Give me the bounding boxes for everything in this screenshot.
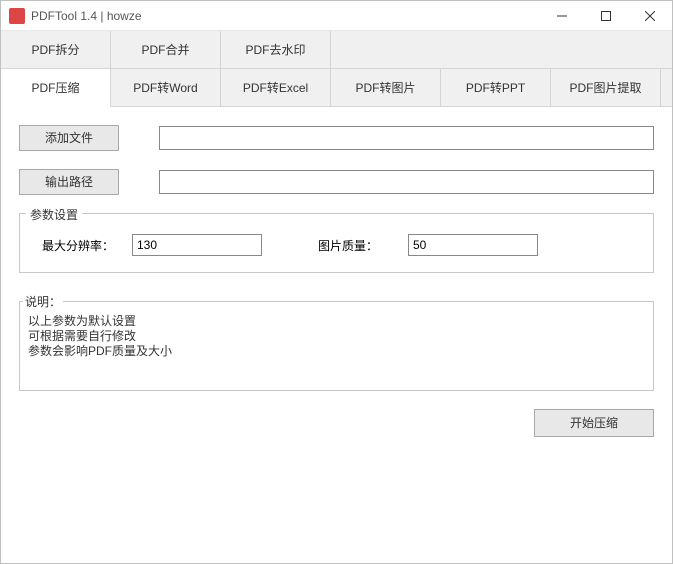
footer: 开始压缩 <box>19 409 654 437</box>
tab-pdf-merge[interactable]: PDF合并 <box>111 31 221 69</box>
start-compress-button[interactable]: 开始压缩 <box>534 409 654 437</box>
params-legend: 参数设置 <box>26 206 82 223</box>
image-quality-input[interactable] <box>408 234 538 256</box>
max-resolution-label: 最大分辨率： <box>42 237 132 254</box>
tab-pdf-to-image[interactable]: PDF转图片 <box>331 69 441 106</box>
params-row: 最大分辨率： 图片质量： <box>36 234 637 256</box>
output-path-row: 输出路径 <box>19 169 654 195</box>
tab-pdf-to-ppt[interactable]: PDF转PPT <box>441 69 551 106</box>
tab-pdf-split[interactable]: PDF拆分 <box>1 31 111 69</box>
window-title: PDFTool 1.4 | howze <box>31 9 142 23</box>
tab-pdf-to-word[interactable]: PDF转Word <box>111 69 221 106</box>
tab-pdf-to-excel[interactable]: PDF转Excel <box>221 69 331 106</box>
tab-pdf-remove-watermark[interactable]: PDF去水印 <box>221 31 331 69</box>
max-resolution-input[interactable] <box>132 234 262 256</box>
output-path-input[interactable] <box>159 170 654 194</box>
window-controls <box>540 1 672 30</box>
output-path-button[interactable]: 输出路径 <box>19 169 119 195</box>
tab-pdf-extract-image[interactable]: PDF图片提取 <box>551 69 661 106</box>
tabs-row-2: PDF压缩 PDF转Word PDF转Excel PDF转图片 PDF转PPT … <box>1 69 672 107</box>
explain-box: 说明： 以上参数为默认设置 可根据需要自行修改 参数会影响PDF质量及大小 <box>19 301 654 391</box>
add-file-button[interactable]: 添加文件 <box>19 125 119 151</box>
file-path-input[interactable] <box>159 126 654 150</box>
tab-pdf-compress[interactable]: PDF压缩 <box>1 69 111 107</box>
add-file-row: 添加文件 <box>19 125 654 151</box>
minimize-button[interactable] <box>540 1 584 30</box>
image-quality-label: 图片质量： <box>318 237 408 254</box>
tabs-spacer <box>331 31 672 69</box>
tabs-row-1: PDF拆分 PDF合并 PDF去水印 <box>1 31 672 69</box>
tab-content: 添加文件 输出路径 参数设置 最大分辨率： 图片质量： 说明： 以上参数为默认设… <box>1 107 672 563</box>
app-icon <box>9 8 25 24</box>
close-button[interactable] <box>628 1 672 30</box>
titlebar: PDFTool 1.4 | howze <box>1 1 672 31</box>
explain-legend: 说明： <box>23 293 63 310</box>
explain-text: 以上参数为默认设置 可根据需要自行修改 参数会影响PDF质量及大小 <box>19 301 654 391</box>
maximize-button[interactable] <box>584 1 628 30</box>
params-fieldset: 参数设置 最大分辨率： 图片质量： <box>19 213 654 273</box>
app-window: PDFTool 1.4 | howze PDF拆分 PDF合并 PDF去水印 P… <box>0 0 673 564</box>
